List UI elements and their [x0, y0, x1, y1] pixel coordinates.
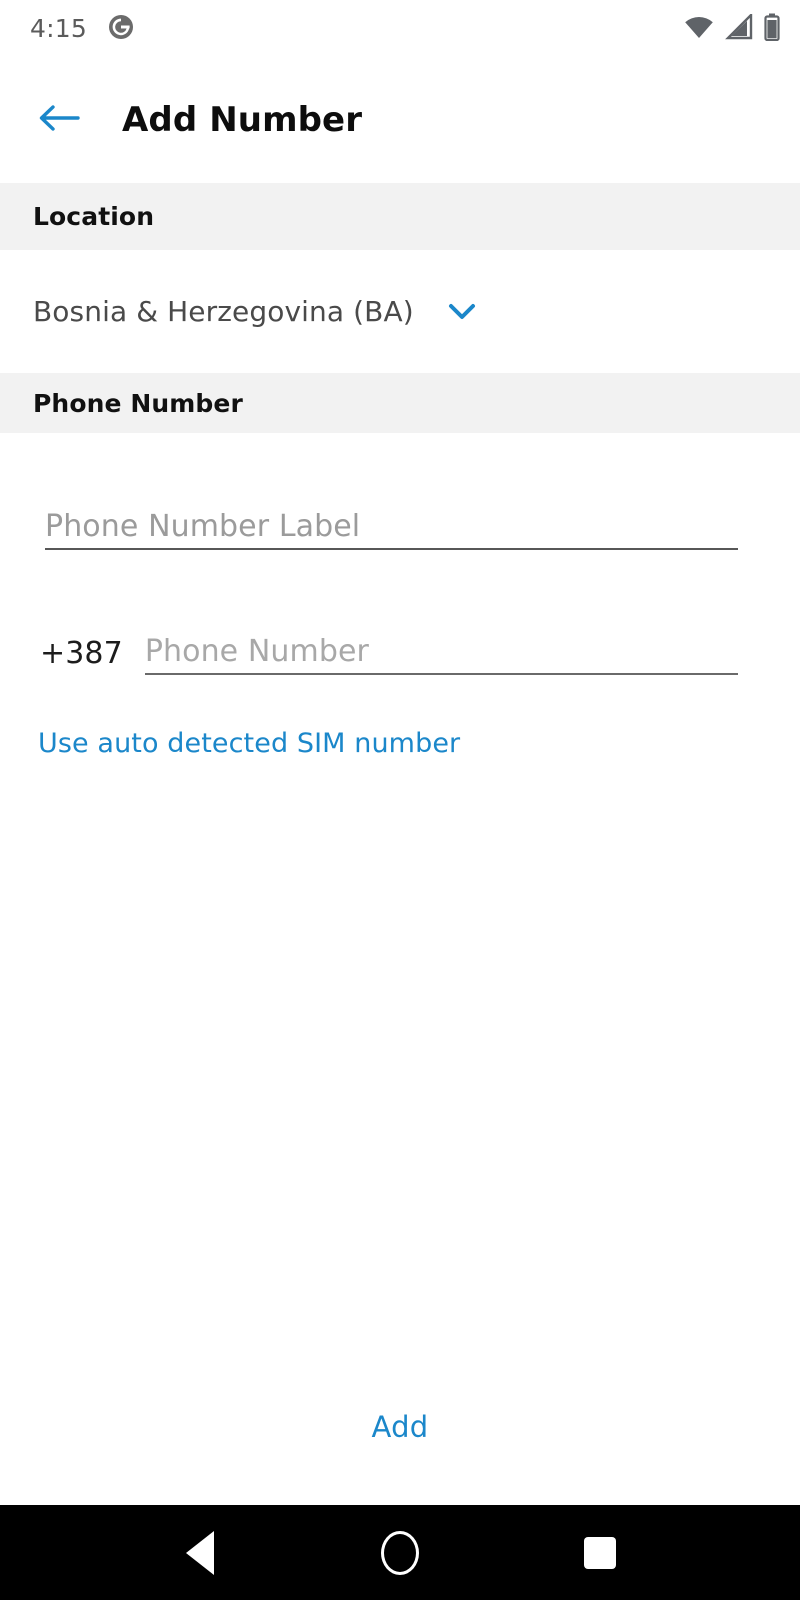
section-header-phone-number: Phone Number	[0, 373, 800, 433]
wifi-icon	[684, 14, 714, 44]
phone-number-input[interactable]: Phone Number	[144, 623, 738, 675]
section-header-location-label: Location	[33, 202, 155, 231]
phone-number-row: +387 Phone Number	[40, 623, 738, 675]
use-auto-detected-sim-link[interactable]: Use auto detected SIM number	[38, 728, 460, 759]
nav-home-circle-icon	[381, 1530, 419, 1575]
page-title: Add Number	[122, 100, 363, 140]
country-selector[interactable]: Bosnia & Herzegovina (BA)	[0, 250, 800, 373]
country-code-prefix: +387	[40, 636, 123, 671]
phone-number-label-placeholder: Phone Number Label	[45, 509, 361, 544]
cell-signal-icon	[725, 11, 753, 44]
phone-number-placeholder: Phone Number	[144, 634, 369, 669]
phone-number-label-input[interactable]: Phone Number Label	[45, 498, 738, 550]
battery-icon	[764, 13, 780, 45]
nav-back-triangle-icon	[186, 1530, 214, 1575]
use-auto-detected-sim-label: Use auto detected SIM number	[38, 728, 461, 759]
android-nav-bar	[0, 1505, 800, 1600]
country-selector-value: Bosnia & Herzegovina (BA)	[33, 295, 414, 328]
status-bar-left: 4:15	[30, 13, 135, 45]
status-time: 4:15	[30, 14, 87, 43]
nav-recents-button[interactable]	[555, 1518, 645, 1588]
status-bar: 4:15	[0, 0, 800, 57]
nav-recents-square-icon	[584, 1536, 616, 1569]
chevron-down-icon[interactable]	[448, 303, 476, 321]
app-screen: 4:15 Add Number Location Bosnia & Herzeg…	[0, 0, 800, 1600]
section-header-location: Location	[0, 183, 800, 250]
app-bar: Add Number	[0, 57, 800, 183]
back-button[interactable]	[22, 83, 96, 157]
nav-home-button[interactable]	[355, 1518, 445, 1588]
nav-back-button[interactable]	[155, 1518, 245, 1588]
add-button[interactable]: Add	[0, 1410, 800, 1444]
app-circle-g-icon	[107, 13, 135, 45]
status-bar-right	[684, 11, 780, 45]
arrow-left-icon	[38, 101, 80, 139]
section-header-phone-number-label: Phone Number	[33, 388, 243, 418]
add-button-label: Add	[371, 1410, 429, 1444]
